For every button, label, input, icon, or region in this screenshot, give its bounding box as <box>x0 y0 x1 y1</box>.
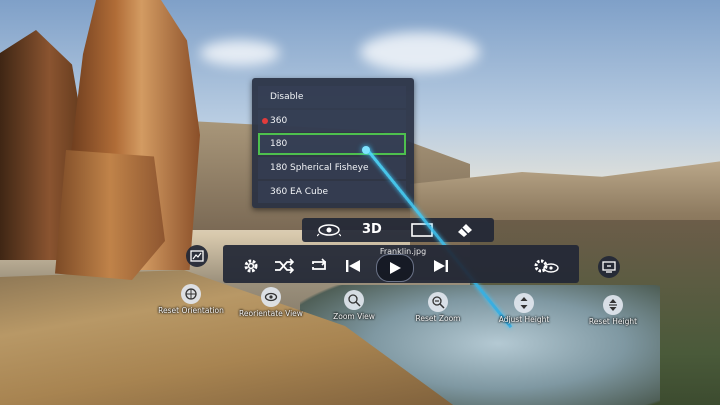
screen-adjust-button[interactable] <box>598 256 620 278</box>
action-label: Zoom View <box>333 312 375 321</box>
stereo-mode-button[interactable]: 3D <box>362 221 382 239</box>
reorientate-view-icon <box>261 287 281 307</box>
reset-zoom-icon <box>428 292 448 312</box>
settings-gear-icon[interactable] <box>241 256 261 276</box>
play-icon <box>390 262 401 274</box>
player-control-bar: Franklin.jpg <box>223 245 579 283</box>
view-settings-icon[interactable] <box>533 256 559 276</box>
repeat-icon[interactable] <box>309 256 329 276</box>
reset-orientation-icon <box>181 284 201 304</box>
diamond-cursor-icon[interactable] <box>452 221 476 239</box>
projection-menu: Disable 360 180 180 Spherical Fisheye 36… <box>252 78 414 208</box>
action-label: Reorientate View <box>239 309 303 318</box>
play-button[interactable] <box>376 254 414 282</box>
menu-item-disable[interactable]: Disable <box>258 86 406 108</box>
action-label: Adjust Height <box>498 315 550 324</box>
laser-cursor <box>362 146 370 154</box>
reset-height-button[interactable]: Reset Height <box>568 295 658 326</box>
shuffle-icon[interactable] <box>274 256 294 276</box>
next-icon[interactable] <box>431 256 451 276</box>
menu-item-label: 180 <box>270 139 288 149</box>
menu-item-label: 360 <box>270 116 288 126</box>
action-label: Reset Height <box>588 317 638 326</box>
reset-zoom-button[interactable]: Reset Zoom <box>393 292 483 323</box>
gallery-button[interactable] <box>186 245 208 267</box>
zoom-view-icon <box>344 290 364 310</box>
previous-icon[interactable] <box>343 256 363 276</box>
view-mode-eye-icon[interactable] <box>316 221 342 239</box>
mode-bar: 3D <box>302 218 494 242</box>
menu-item-label: 360 EA Cube <box>270 187 328 197</box>
selected-radio-icon <box>262 118 268 124</box>
menu-item-label: Disable <box>270 92 304 102</box>
menu-item-180[interactable]: 180 <box>258 133 406 155</box>
zoom-view-button[interactable]: Zoom View <box>309 290 399 321</box>
rock-formation <box>55 150 165 280</box>
reset-orientation-button[interactable]: Reset Orientation <box>146 284 236 315</box>
action-label: Reset Zoom <box>415 314 461 323</box>
menu-item-label: 180 Spherical Fisheye <box>270 163 369 173</box>
reorientate-view-button[interactable]: Reorientate View <box>226 287 316 318</box>
menu-item-360[interactable]: 360 <box>258 110 406 132</box>
screen-adjust-icon <box>602 261 616 273</box>
cloud <box>360 32 480 72</box>
cloud <box>200 40 280 66</box>
action-label: Reset Orientation <box>158 306 224 315</box>
adjust-height-button[interactable]: Adjust Height <box>479 293 569 324</box>
menu-item-360-ea-cube[interactable]: 360 EA Cube <box>258 181 406 203</box>
gallery-icon <box>190 250 204 262</box>
adjust-height-icon <box>514 293 534 313</box>
reset-height-icon <box>603 295 623 315</box>
